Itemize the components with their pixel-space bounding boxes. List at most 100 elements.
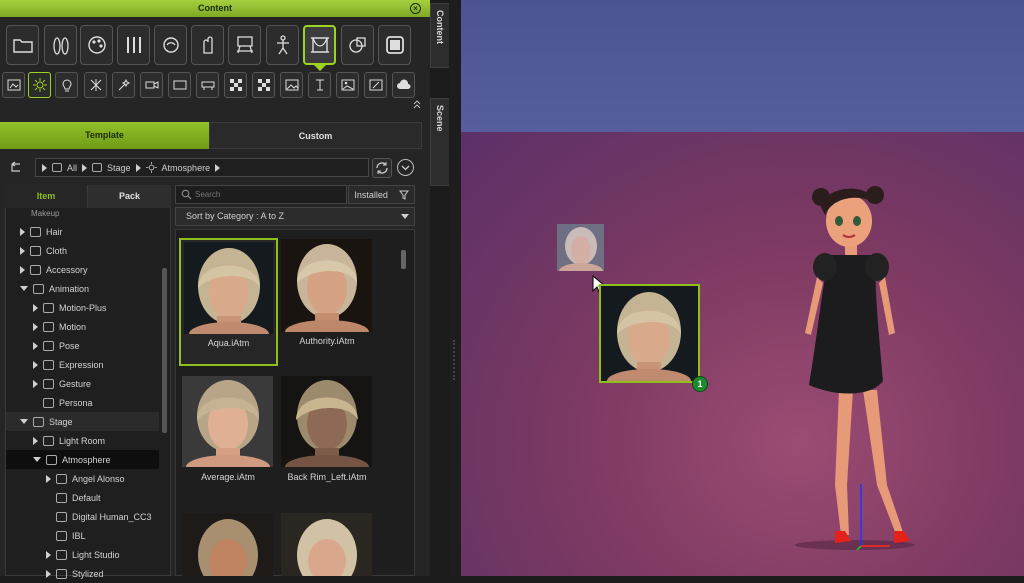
sub-scene-button[interactable] — [2, 72, 25, 98]
tree-item[interactable]: Stylized — [46, 564, 104, 583]
grid-scrollbar[interactable] — [401, 250, 406, 269]
tree-item[interactable]: Pose — [33, 336, 80, 355]
sort-dropdown[interactable]: Sort by Category : A to Z — [175, 207, 415, 226]
image-icon — [285, 79, 298, 91]
frame-button[interactable] — [378, 25, 411, 65]
tree-item[interactable]: IBL — [46, 526, 86, 545]
tree-item[interactable]: Motion-Plus — [33, 298, 107, 317]
search-input[interactable] — [195, 188, 340, 201]
expand-arrow-icon[interactable] — [33, 322, 38, 331]
search-field[interactable] — [175, 185, 347, 204]
hand-icon — [202, 36, 213, 54]
folder-icon — [43, 340, 54, 351]
motion-button[interactable] — [266, 25, 299, 65]
expand-arrow-icon[interactable] — [33, 360, 38, 369]
options-button[interactable] — [397, 159, 414, 176]
close-icon[interactable]: × — [410, 3, 421, 14]
breadcrumb-stage[interactable]: Stage — [107, 163, 131, 173]
sub-screen-button[interactable] — [168, 72, 191, 98]
refresh-button[interactable] — [372, 158, 392, 178]
sub-props-button[interactable] — [196, 72, 219, 98]
panel-splitter[interactable] — [449, 0, 461, 576]
3d-viewport[interactable]: 1 — [461, 0, 1024, 576]
atmosphere-category-button[interactable] — [303, 25, 336, 65]
material-button[interactable] — [80, 25, 113, 65]
sub-light-button[interactable] — [55, 72, 78, 98]
tree-item[interactable]: Angel Alonso — [46, 469, 125, 488]
tab-template[interactable]: Template — [0, 122, 209, 149]
sub-camera-button[interactable] — [140, 72, 163, 98]
side-tab-content[interactable]: Content — [430, 3, 450, 68]
tree-item-label: Accessory — [46, 264, 88, 275]
folder-icon — [56, 492, 67, 503]
tree-item[interactable]: Stage — [6, 412, 159, 431]
chevron-down-icon — [401, 165, 410, 171]
panel-title-bar: Content × — [0, 0, 430, 17]
tree-item[interactable]: Expression — [33, 355, 104, 374]
tab-pack[interactable]: Pack — [87, 185, 171, 208]
collapse-arrow-icon[interactable] — [33, 457, 41, 462]
collapse-up-icon[interactable] — [412, 99, 422, 109]
sub-edit-button[interactable] — [364, 72, 387, 98]
sub-particle-button[interactable] — [112, 72, 135, 98]
tree-item[interactable]: Persona — [33, 393, 93, 412]
stage-button[interactable] — [228, 25, 261, 65]
tab-custom[interactable]: Custom — [209, 122, 422, 149]
tree-item[interactable]: Motion — [33, 317, 86, 336]
tree-item[interactable]: Accessory — [20, 260, 88, 279]
sub-image2-button[interactable] — [336, 72, 359, 98]
tree-item[interactable]: Hair — [20, 222, 63, 241]
character-button[interactable] — [44, 25, 77, 65]
expand-arrow-icon[interactable] — [20, 265, 25, 274]
collapse-arrow-icon[interactable] — [20, 286, 28, 291]
expand-arrow-icon[interactable] — [20, 246, 25, 255]
breadcrumb-all[interactable]: All — [67, 163, 77, 173]
expand-arrow-icon[interactable] — [33, 303, 38, 312]
sub-effect-button[interactable] — [84, 72, 107, 98]
transform-gizmo[interactable] — [854, 480, 894, 552]
expand-arrow-icon[interactable] — [46, 550, 51, 559]
tree-item[interactable]: Light Studio — [46, 545, 120, 564]
tree-item[interactable]: Atmosphere — [6, 450, 159, 469]
back-icon[interactable] — [8, 161, 22, 173]
tree-item[interactable]: Gesture — [33, 374, 91, 393]
expand-arrow-icon[interactable] — [33, 436, 38, 445]
tile-partial-1[interactable] — [182, 513, 273, 576]
sub-atmosphere-button[interactable] — [28, 72, 51, 98]
authority-thumbnail — [281, 239, 372, 332]
tile-average[interactable]: Average.iAtm — [182, 376, 274, 504]
tile-aqua[interactable]: Aqua.iAtm — [179, 238, 278, 366]
folder-icon — [43, 397, 54, 408]
sub-image-button[interactable] — [280, 72, 303, 98]
tab-item[interactable]: Item — [5, 185, 87, 208]
tree-item-partial[interactable]: Makeup — [31, 209, 59, 218]
shapes-button[interactable] — [341, 25, 374, 65]
tree-item[interactable]: Light Room — [33, 431, 105, 450]
head-button[interactable] — [154, 25, 187, 65]
sub-text-button[interactable] — [308, 72, 331, 98]
expand-arrow-icon[interactable] — [46, 569, 51, 578]
tree-scrollbar[interactable] — [162, 268, 167, 433]
side-tab-scene[interactable]: Scene — [430, 98, 450, 186]
tree-item[interactable]: Animation — [20, 279, 89, 298]
folder-button[interactable] — [6, 25, 39, 65]
installed-filter[interactable]: Installed — [348, 185, 415, 204]
tile-back-rim-left[interactable]: Back Rim_Left.iAtm — [281, 376, 373, 504]
tree-item[interactable]: Default — [46, 488, 101, 507]
expand-arrow-icon[interactable] — [33, 341, 38, 350]
hand-button[interactable] — [191, 25, 224, 65]
tile-partial-2[interactable] — [281, 513, 372, 576]
back-rim-thumbnail — [281, 376, 372, 467]
expand-arrow-icon[interactable] — [33, 379, 38, 388]
tile-authority[interactable]: Authority.iAtm — [281, 239, 373, 367]
breadcrumb-atmosphere[interactable]: Atmosphere — [162, 163, 211, 173]
sub-checker2-button[interactable] — [252, 72, 275, 98]
collapse-arrow-icon[interactable] — [20, 419, 28, 424]
sub-cloud-button[interactable] — [392, 72, 415, 98]
sub-checker-button[interactable] — [224, 72, 247, 98]
expand-arrow-icon[interactable] — [46, 474, 51, 483]
expand-arrow-icon[interactable] — [20, 227, 25, 236]
tree-item[interactable]: Cloth — [20, 241, 67, 260]
makeup-button[interactable] — [117, 25, 150, 65]
tree-item[interactable]: Digital Human_CC3 — [46, 507, 152, 526]
